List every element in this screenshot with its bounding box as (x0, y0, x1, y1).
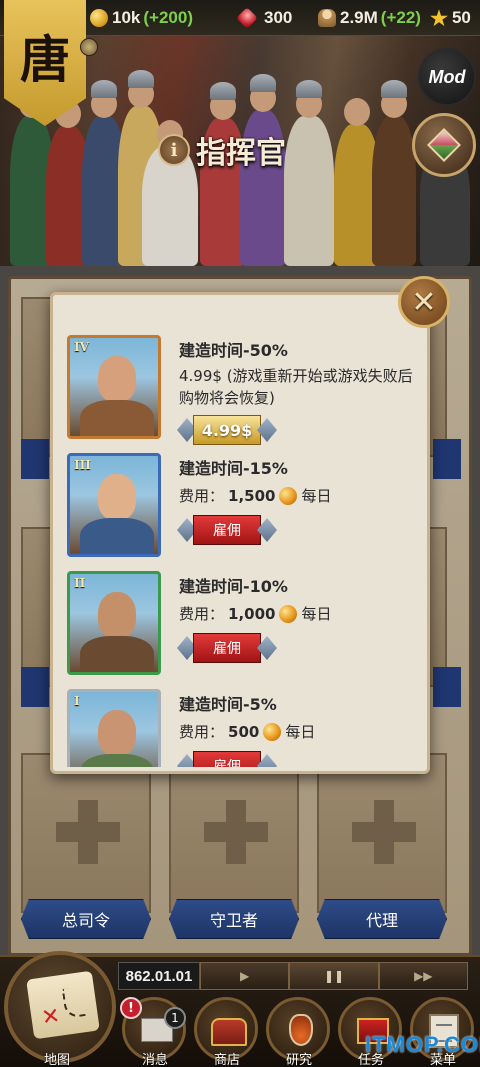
gem-icon (236, 7, 258, 29)
page-title-plate: i 指挥官 (158, 126, 304, 174)
purchase-button[interactable]: 4.99$ (193, 415, 261, 445)
gold-value: 10k (112, 8, 141, 27)
commander-card: I 建造时间-5% 费用： 500 每日 雇佣 (67, 689, 417, 767)
star-value: 50 (451, 8, 471, 27)
gem-value: 300 (264, 8, 293, 27)
coin-icon (263, 722, 282, 741)
game-date: 862.01.01 (118, 962, 200, 990)
role-label-guardian[interactable]: 守卫者 (169, 899, 299, 939)
cost-row: 费用： 500 每日 (179, 721, 315, 742)
cost-row: 费用： 1,000 每日 (179, 603, 331, 624)
commander-portrait: IV (67, 335, 161, 439)
card-title: 建造时间-5% (179, 695, 277, 714)
dynasty-char: 唐 (20, 30, 70, 89)
commander-card: IV 建造时间-50% 4.99$ (游戏重新开始或游戏失败后购物将会恢复) 4… (67, 335, 417, 453)
star-resource: ★ 50 (430, 7, 471, 30)
rank-badge: II (74, 576, 86, 590)
population-resource: 2.9M (+22) (318, 7, 421, 29)
card-description: 4.99$ (游戏重新开始或游戏失败后购物将会恢复) (179, 367, 413, 407)
commander-portrait: I (67, 689, 161, 767)
hire-button[interactable]: 雇佣 (193, 515, 261, 545)
card-title: 建造时间-15% (179, 459, 288, 478)
speed-controls: ▶ ❚❚ ▶▶ (200, 962, 468, 990)
card-title: 建造时间-50% (179, 341, 288, 360)
cost-value: 500 (228, 722, 260, 741)
gem-button-icon (427, 128, 461, 162)
role-label-commander[interactable]: 总司令 (21, 899, 151, 939)
commander-card: III 建造时间-15% 费用： 1,500 每日 雇佣 (67, 453, 417, 571)
nav-label-research: 研究 (286, 1053, 313, 1067)
map-scroll-icon: ✕ (26, 970, 100, 1040)
close-icon: ✕ (411, 284, 437, 320)
map-button[interactable]: ✕ (4, 951, 116, 1063)
hire-button-frame: 雇佣 (185, 751, 269, 767)
nav-label-map: 地图 (44, 1053, 71, 1067)
cost-row: 费用： 1,500 每日 (179, 485, 331, 506)
cost-period: 每日 (301, 487, 332, 505)
role-label-agent[interactable]: 代理 (317, 899, 447, 939)
message-count-badge: 1 (164, 1007, 186, 1029)
rank-badge: I (74, 694, 80, 708)
play-button[interactable]: ▶ (200, 962, 290, 990)
cost-label: 费用： (179, 487, 225, 505)
gold-resource: 10k (+200) (90, 7, 193, 29)
population-delta: (+22) (380, 8, 421, 27)
cost-period: 每日 (301, 605, 332, 623)
nav-label-shop: 商店 (214, 1053, 241, 1067)
commander-slot-empty[interactable] (21, 753, 151, 913)
close-button[interactable]: ✕ (398, 276, 450, 328)
nav-label-messages: 消息 (142, 1053, 169, 1067)
chest-icon (211, 1018, 247, 1046)
card-title: 建造时间-10% (179, 577, 288, 596)
compass-icon[interactable] (80, 38, 98, 56)
commander-list[interactable]: IV 建造时间-50% 4.99$ (游戏重新开始或游戏失败后购物将会恢复) 4… (67, 335, 417, 767)
info-icon[interactable]: i (158, 134, 190, 166)
population-icon (318, 9, 336, 27)
hire-button-frame: 雇佣 (185, 633, 269, 663)
population-value: 2.9M (340, 8, 378, 27)
rank-badge: III (74, 458, 91, 472)
gem-resource: 300 (236, 7, 293, 29)
coin-icon (279, 604, 298, 623)
hire-button[interactable]: 雇佣 (193, 633, 261, 663)
hire-button-frame: 雇佣 (185, 515, 269, 545)
flask-icon (289, 1014, 313, 1046)
gem-button[interactable] (412, 113, 476, 177)
mod-label: Mod (428, 66, 466, 87)
hire-commander-dialog: IV 建造时间-50% 4.99$ (游戏重新开始或游戏失败后购物将会恢复) 4… (50, 292, 430, 774)
guardian-slot-empty[interactable] (169, 753, 299, 913)
agent-slot-empty[interactable] (317, 753, 447, 913)
gold-delta: (+200) (143, 8, 193, 27)
cost-label: 费用： (179, 605, 225, 623)
commander-portrait: III (67, 453, 161, 557)
hire-button[interactable]: 雇佣 (193, 751, 261, 767)
mod-button[interactable]: Mod (418, 48, 476, 106)
commander-card: II 建造时间-10% 费用： 1,000 每日 雇佣 (67, 571, 417, 689)
cost-label: 费用： (179, 723, 225, 741)
cost-value: 1,000 (228, 604, 276, 623)
commander-portrait: II (67, 571, 161, 675)
star-icon: ★ (430, 7, 448, 30)
rank-badge: IV (74, 340, 89, 354)
watermark: ITMOP.COM (365, 1032, 480, 1057)
fast-forward-button[interactable]: ▶▶ (378, 962, 468, 990)
pause-button[interactable]: ❚❚ (289, 962, 379, 990)
coin-icon (90, 9, 108, 27)
coin-icon (279, 486, 298, 505)
page-title: 指挥官 (196, 136, 286, 171)
message-alert-badge: ! (120, 997, 142, 1019)
cost-value: 1,500 (228, 486, 276, 505)
cost-period: 每日 (285, 723, 316, 741)
purchase-button-frame: 4.99$ (185, 415, 269, 445)
